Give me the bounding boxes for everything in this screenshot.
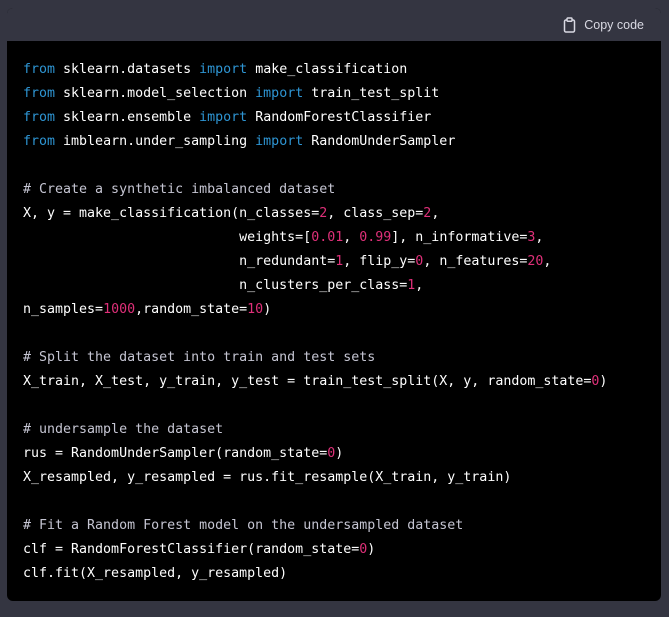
code-comment: # Create a synthetic imbalanced dataset	[23, 182, 336, 197]
code-text: make_classification	[247, 62, 408, 77]
code-text: ], n_informative=	[391, 230, 528, 245]
code-line: from sklearn.datasets import make_classi…	[23, 58, 645, 82]
code-line: from sklearn.model_selection import trai…	[23, 82, 645, 106]
code-line: clf.fit(X_resampled, y_resampled)	[23, 562, 645, 586]
code-line: n_clusters_per_class=1,	[23, 274, 645, 298]
code-text: X, y = make_classification(n_classes=	[23, 206, 320, 221]
code-text: weights=[	[23, 230, 312, 245]
code-text: ,	[343, 230, 360, 245]
code-keyword: import	[255, 86, 304, 101]
code-text: train_test_split	[303, 86, 440, 101]
code-line: X, y = make_classification(n_classes=2, …	[23, 202, 645, 226]
code-text: clf = RandomForestClassifier(random_stat…	[23, 542, 360, 557]
code-line: clf = RandomForestClassifier(random_stat…	[23, 538, 645, 562]
code-block-header: Copy code	[7, 8, 661, 41]
code-comment: # undersample the dataset	[23, 422, 224, 437]
code-text: ,random_state=	[135, 302, 248, 317]
code-keyword: from	[23, 86, 56, 101]
code-number: 0.99	[359, 230, 392, 245]
code-text: clf.fit(X_resampled, y_resampled)	[23, 566, 288, 581]
code-line: X_resampled, y_resampled = rus.fit_resam…	[23, 466, 645, 490]
code-line: from sklearn.ensemble import RandomFores…	[23, 106, 645, 130]
code-line: rus = RandomUnderSampler(random_state=0)	[23, 442, 645, 466]
code-text: X_train, X_test, y_train, y_test = train…	[23, 374, 592, 389]
code-text: , flip_y=	[343, 254, 416, 269]
code-text: ,	[535, 230, 544, 245]
code-line: # undersample the dataset	[23, 418, 645, 442]
code-text: RandomForestClassifier	[247, 110, 432, 125]
code-text: )	[263, 302, 272, 317]
copy-code-button[interactable]: Copy code	[562, 16, 644, 33]
code-text: n_clusters_per_class=	[23, 278, 408, 293]
code-text: , n_features=	[423, 254, 528, 269]
code-keyword: from	[23, 110, 56, 125]
clipboard-icon	[562, 16, 577, 33]
code-line: # Split the dataset into train and test …	[23, 346, 645, 370]
code-line: n_samples=1000,random_state=10)	[23, 298, 645, 322]
code-text: sklearn.model_selection	[55, 86, 256, 101]
code-keyword: from	[23, 62, 56, 77]
code-keyword: from	[23, 134, 56, 149]
code-text: n_samples=	[23, 302, 104, 317]
code-number: 10	[247, 302, 264, 317]
code-keyword: import	[199, 62, 248, 77]
code-text: RandomUnderSampler	[303, 134, 456, 149]
code-line: # Fit a Random Forest model on the under…	[23, 514, 645, 538]
code-keyword: import	[199, 110, 248, 125]
code-comment: # Split the dataset into train and test …	[23, 350, 376, 365]
code-text: imblearn.under_sampling	[55, 134, 256, 149]
code-line: weights=[0.01, 0.99], n_informative=3,	[23, 226, 645, 250]
code-line: from imblearn.under_sampling import Rand…	[23, 130, 645, 154]
code-text: ,	[543, 254, 552, 269]
code-text: )	[335, 446, 344, 461]
code-text: )	[599, 374, 608, 389]
copy-code-label: Copy code	[584, 17, 644, 32]
code-number: 1000	[103, 302, 136, 317]
code-text: rus = RandomUnderSampler(random_state=	[23, 446, 328, 461]
code-text: ,	[415, 278, 424, 293]
code-line: X_train, X_test, y_train, y_test = train…	[23, 370, 645, 394]
code-text: , class_sep=	[327, 206, 424, 221]
code-text: X_resampled, y_resampled = rus.fit_resam…	[23, 470, 512, 485]
code-text: ,	[431, 206, 440, 221]
code-line: n_redundant=1, flip_y=0, n_features=20,	[23, 250, 645, 274]
code-block: Copy code from sklearn.datasets import m…	[7, 8, 661, 601]
code-text: n_redundant=	[23, 254, 336, 269]
code-text: sklearn.datasets	[55, 62, 200, 77]
code-comment: # Fit a Random Forest model on the under…	[23, 518, 464, 533]
code-line: # Create a synthetic imbalanced dataset	[23, 178, 645, 202]
code-number: 0.01	[311, 230, 344, 245]
code-number: 20	[527, 254, 544, 269]
code-text: sklearn.ensemble	[55, 110, 200, 125]
code-text: )	[367, 542, 376, 557]
code-content[interactable]: from sklearn.datasets import make_classi…	[7, 41, 661, 586]
code-keyword: import	[255, 134, 304, 149]
